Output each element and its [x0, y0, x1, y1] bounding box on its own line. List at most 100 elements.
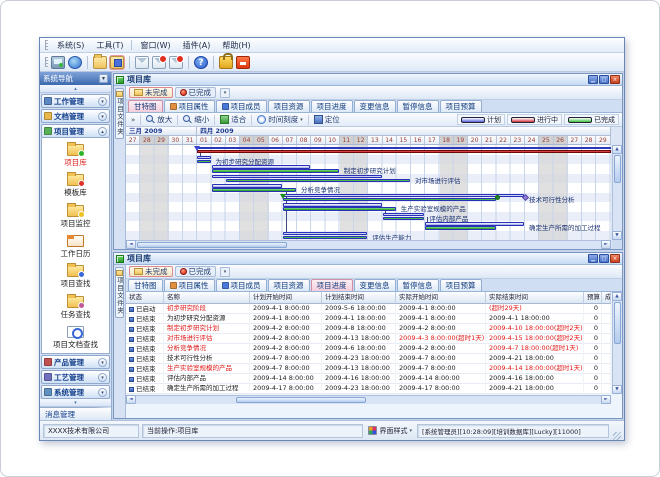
scroll-right-button[interactable]: ► [601, 240, 611, 249]
menu-item-1[interactable]: 工具(T) [90, 39, 129, 52]
group-toggle-icon[interactable]: ▾ [98, 373, 107, 382]
project-folder-tab[interactable]: 项目文件夹 [115, 88, 124, 139]
gantt-horizontal-scrollbar[interactable]: ◄ ► [126, 240, 611, 249]
sidebar-item-2[interactable]: 项目监控 [42, 202, 109, 232]
sidebar-item-5[interactable]: 任务查找 [42, 292, 109, 322]
save-icon[interactable] [110, 56, 124, 69]
sidebar-top-group-1[interactable]: 文档管理▾ [41, 109, 110, 123]
group-toggle-icon[interactable]: ▾ [98, 112, 107, 121]
tab-message-management[interactable]: 消息管理 [40, 407, 111, 420]
ui-style-button[interactable]: 界面样式 ▾ [366, 426, 414, 436]
menu-item-0[interactable]: 系统(S) [51, 39, 90, 52]
scroll-down-button[interactable]: ▼ [612, 231, 622, 240]
scroll-left-button[interactable]: ◄ [126, 395, 136, 404]
open-folder-icon[interactable] [93, 56, 107, 69]
sidebar-top-group-2[interactable]: 项目管理▴ [41, 124, 110, 138]
gantt-bar-actual-7[interactable] [383, 217, 425, 221]
table-row-7[interactable]: 已结束评估内部产品2009-4-14 8:00:002009-4-16 18:0… [126, 374, 611, 384]
sidebar-expand-button[interactable]: ▾ [40, 399, 111, 407]
sidebar-bottom-group-1[interactable]: 工艺管理▾ [41, 370, 110, 384]
restore-button[interactable]: □ [599, 254, 609, 263]
sidebar-bottom-group-0[interactable]: 产品管理▾ [41, 355, 110, 369]
menu-item-3[interactable]: 插件(A) [177, 39, 217, 52]
menu-item-2[interactable]: 窗口(W) [134, 39, 176, 52]
column-header-4[interactable]: 实际开始时间 [396, 292, 486, 304]
minimize-button[interactable]: ▁ [588, 254, 598, 263]
scroll-right-button[interactable]: ► [601, 395, 611, 404]
system-monitor-icon[interactable] [51, 56, 65, 69]
sidebar-bottom-group-2[interactable]: 系统管理▾ [41, 385, 110, 399]
mail-receive-icon[interactable] [152, 56, 166, 69]
table-tab-0[interactable]: 甘特图 [128, 279, 163, 291]
table-vertical-scrollbar[interactable]: ▲ ▼ [612, 292, 622, 394]
gantt-tab-4[interactable]: 项目进度 [311, 100, 353, 112]
mail-icon[interactable] [135, 56, 149, 69]
minimize-button[interactable]: ▁ [588, 75, 598, 84]
gantt-bar-actual-4[interactable] [212, 188, 297, 192]
sidebar-top-group-0[interactable]: 工作管理▾ [41, 94, 110, 108]
group-toggle-icon[interactable]: ▴ [98, 127, 107, 136]
gantt-bar-plan-5[interactable] [283, 194, 524, 198]
column-header-7[interactable]: 成 [602, 292, 611, 304]
group-toggle-icon[interactable]: ▾ [98, 358, 107, 367]
scroll-up-button[interactable]: ▲ [612, 145, 622, 154]
gantt-fit-button[interactable]: 适合 [218, 114, 248, 125]
column-header-6[interactable]: 预算 [584, 292, 602, 304]
sidebar-item-6[interactable]: 项目文档查找 [42, 323, 109, 353]
table-row-5[interactable]: 已结束技术可行性分析2009-4-7 8:00:002009-4-23 18:0… [126, 354, 611, 364]
column-header-5[interactable]: 实际结束时间 [486, 292, 584, 304]
table-filter-tab-0[interactable]: 未完成 [129, 266, 173, 277]
gantt-locate-button[interactable]: 定位 [312, 114, 342, 125]
gantt-bar-plan-9[interactable] [283, 232, 368, 236]
table-horizontal-scrollbar[interactable]: ◄ ► [126, 395, 611, 404]
gantt-bar-plan-1[interactable] [197, 156, 210, 160]
table-row-0[interactable]: 已启动初步研究阶段2009-4-1 8:00:002009-5-6 18:00:… [126, 304, 611, 314]
gantt-zoom-in-button[interactable]: 放大 [144, 114, 174, 125]
table-row-6[interactable]: 已结束生产实验室规模的产品2009-4-7 8:00:002009-4-13 1… [126, 364, 611, 374]
column-header-3[interactable]: 计划结束时间 [322, 292, 396, 304]
table-filter-dropdown[interactable]: ▾ [220, 267, 230, 277]
table-row-4[interactable]: 已结束分析竞争情况2009-4-2 8:00:002009-4-6 18:00:… [126, 344, 611, 354]
table-tab-2[interactable]: 项目成员 [216, 279, 267, 291]
scroll-up-button[interactable]: ▲ [612, 292, 622, 301]
gantt-bar-actual-6[interactable] [283, 207, 396, 211]
mail-send-icon[interactable] [169, 56, 183, 69]
table-row-1[interactable]: 已结束为初步研究分配资源2009-4-1 8:00:002009-4-1 18:… [126, 314, 611, 324]
resize-grip[interactable] [613, 432, 621, 440]
sidebar-item-3[interactable]: 工作日历 [42, 232, 109, 262]
gantt-bar-actual-3[interactable] [226, 179, 410, 183]
gantt-bar-summary-progress[interactable] [197, 150, 610, 154]
close-button[interactable]: × [610, 254, 620, 263]
table-row-2[interactable]: 已结束制定初步研究计划2009-4-2 8:00:002009-4-8 18:0… [126, 324, 611, 334]
scroll-down-button[interactable]: ▼ [612, 385, 622, 394]
gantt-bar-actual-8[interactable] [425, 226, 495, 230]
gantt-bar-actual-1[interactable] [197, 160, 210, 164]
gantt-tab-1[interactable]: 项目属性 [164, 100, 215, 112]
gantt-tab-3[interactable]: 项目资源 [268, 100, 310, 112]
scroll-thumb[interactable] [614, 155, 621, 183]
scroll-thumb[interactable] [236, 397, 366, 403]
exit-icon[interactable] [236, 56, 250, 69]
gantt-tab-0[interactable]: 甘特图 [128, 100, 163, 112]
gantt-bar-plan-7[interactable] [383, 213, 425, 217]
gantt-timescale-button[interactable]: 时间刻度▾ [255, 114, 305, 125]
table-filter-tab-1[interactable]: 已完成 [175, 266, 217, 277]
gantt-filter-tab-1[interactable]: 已完成 [175, 87, 217, 98]
gantt-bar-actual-5[interactable] [283, 198, 496, 202]
scroll-thumb[interactable] [614, 302, 621, 344]
table-tab-5[interactable]: 变更信息 [354, 279, 396, 291]
group-toggle-icon[interactable]: ▾ [98, 388, 107, 397]
lock-icon[interactable] [219, 56, 233, 69]
close-button[interactable]: × [610, 75, 620, 84]
gantt-tab-6[interactable]: 暂停信息 [397, 100, 439, 112]
table-tab-7[interactable]: 项目预算 [440, 279, 482, 291]
gantt-filter-tab-0[interactable]: 未完成 [129, 87, 173, 98]
help-icon[interactable] [194, 56, 208, 69]
column-header-1[interactable]: 名称 [164, 292, 250, 304]
toolbar-overflow-button[interactable]: » [129, 116, 137, 124]
table-tab-3[interactable]: 项目资源 [268, 279, 310, 291]
gantt-tab-2[interactable]: 项目成员 [216, 100, 267, 112]
project-folder-tab[interactable]: 项目文件夹 [115, 267, 124, 318]
gantt-tab-7[interactable]: 项目预算 [440, 100, 482, 112]
menu-item-4[interactable]: 帮助(H) [216, 39, 256, 52]
